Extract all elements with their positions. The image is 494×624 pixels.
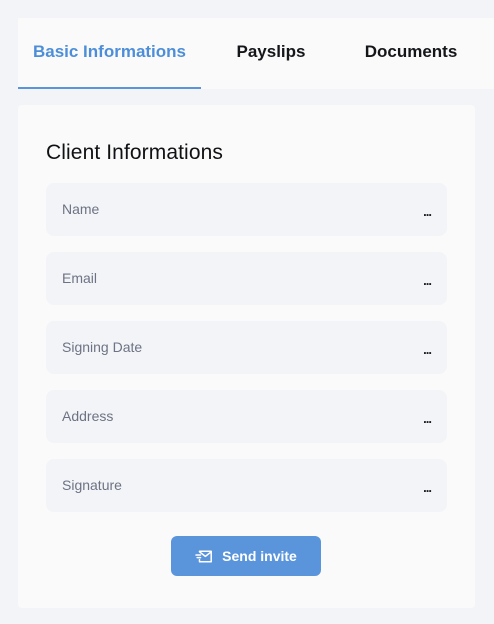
name-field[interactable]: Name ... [46,183,447,236]
email-field-more-button[interactable]: ... [423,252,432,310]
tab-basic-informations[interactable]: Basic Informations [18,18,201,89]
address-field-more-button[interactable]: ... [423,390,432,448]
tab-payslips[interactable]: Payslips [201,18,341,89]
signing-date-field-label: Signing Date [62,339,143,355]
signature-field-label: Signature [62,477,122,493]
tab-documents[interactable]: Documents [341,18,481,89]
signature-field[interactable]: Signature ... [46,459,447,512]
client-information-card: Client Informations Name ... Email ... S… [18,105,475,608]
email-field-label: Email [62,270,98,286]
signature-field-more-button[interactable]: ... [423,459,432,517]
send-mail-icon [195,549,213,564]
email-field[interactable]: Email ... [46,252,447,305]
address-field[interactable]: Address ... [46,390,447,443]
name-field-label: Name [62,201,100,217]
address-field-label: Address [62,408,114,424]
signing-date-field-more-button[interactable]: ... [423,321,432,379]
name-field-more-button[interactable]: ... [423,183,432,241]
signing-date-field[interactable]: Signing Date ... [46,321,447,374]
send-invite-button[interactable]: Send invite [171,536,321,576]
tab-bar: Basic Informations Payslips Documents [18,18,494,89]
send-invite-label: Send invite [222,548,297,564]
card-title: Client Informations [46,141,223,164]
